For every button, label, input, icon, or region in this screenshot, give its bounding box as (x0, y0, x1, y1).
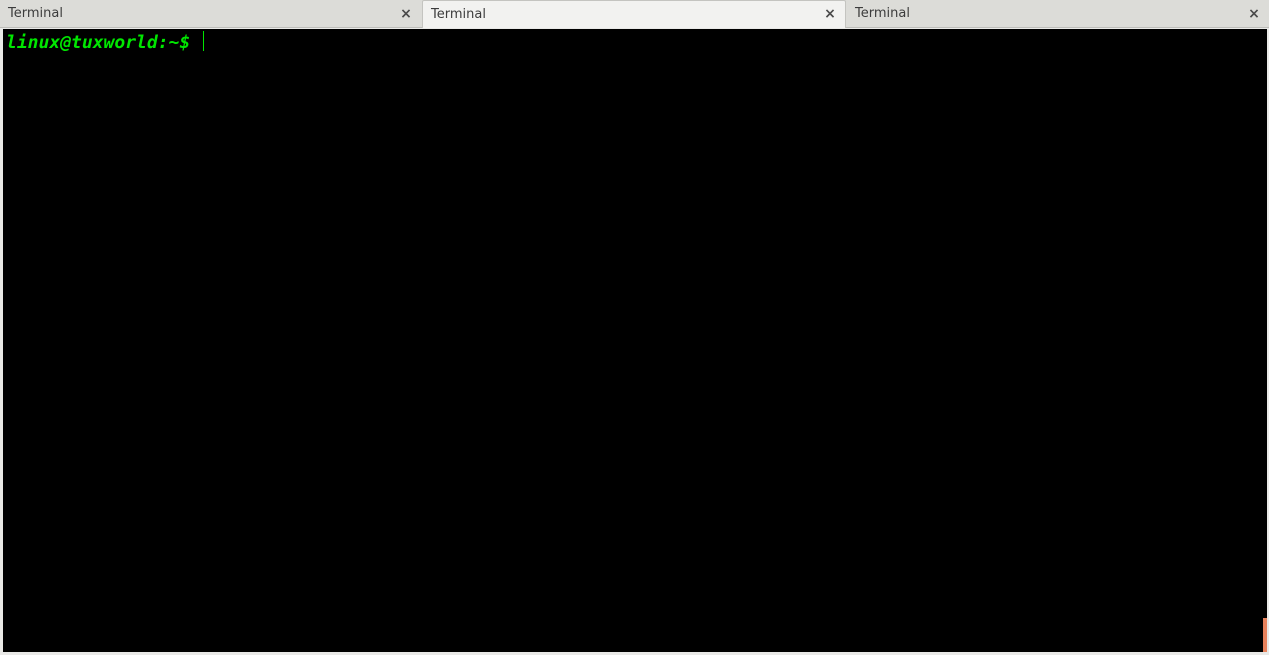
close-icon[interactable]: × (1247, 1, 1261, 27)
tab-label: Terminal (8, 6, 63, 21)
prompt-line: linux@tuxworld:~$ (6, 31, 205, 54)
scrollbar-indicator[interactable] (1263, 618, 1267, 652)
close-icon[interactable]: × (823, 1, 837, 28)
tab-label: Terminal (431, 7, 486, 22)
text-cursor (203, 31, 205, 51)
tab-terminal-1[interactable]: Terminal × (0, 1, 421, 27)
terminal-window: Terminal × Terminal × Terminal × linux@t… (0, 0, 1269, 655)
tab-label: Terminal (855, 6, 910, 21)
tab-terminal-2[interactable]: Terminal × (422, 0, 846, 28)
tab-terminal-3[interactable]: Terminal × (847, 1, 1269, 27)
close-icon[interactable]: × (399, 1, 413, 27)
shell-prompt: linux@tuxworld:~$ (6, 32, 202, 53)
tab-bar: Terminal × Terminal × Terminal × (0, 0, 1269, 28)
terminal-area[interactable]: linux@tuxworld:~$ (3, 29, 1267, 652)
